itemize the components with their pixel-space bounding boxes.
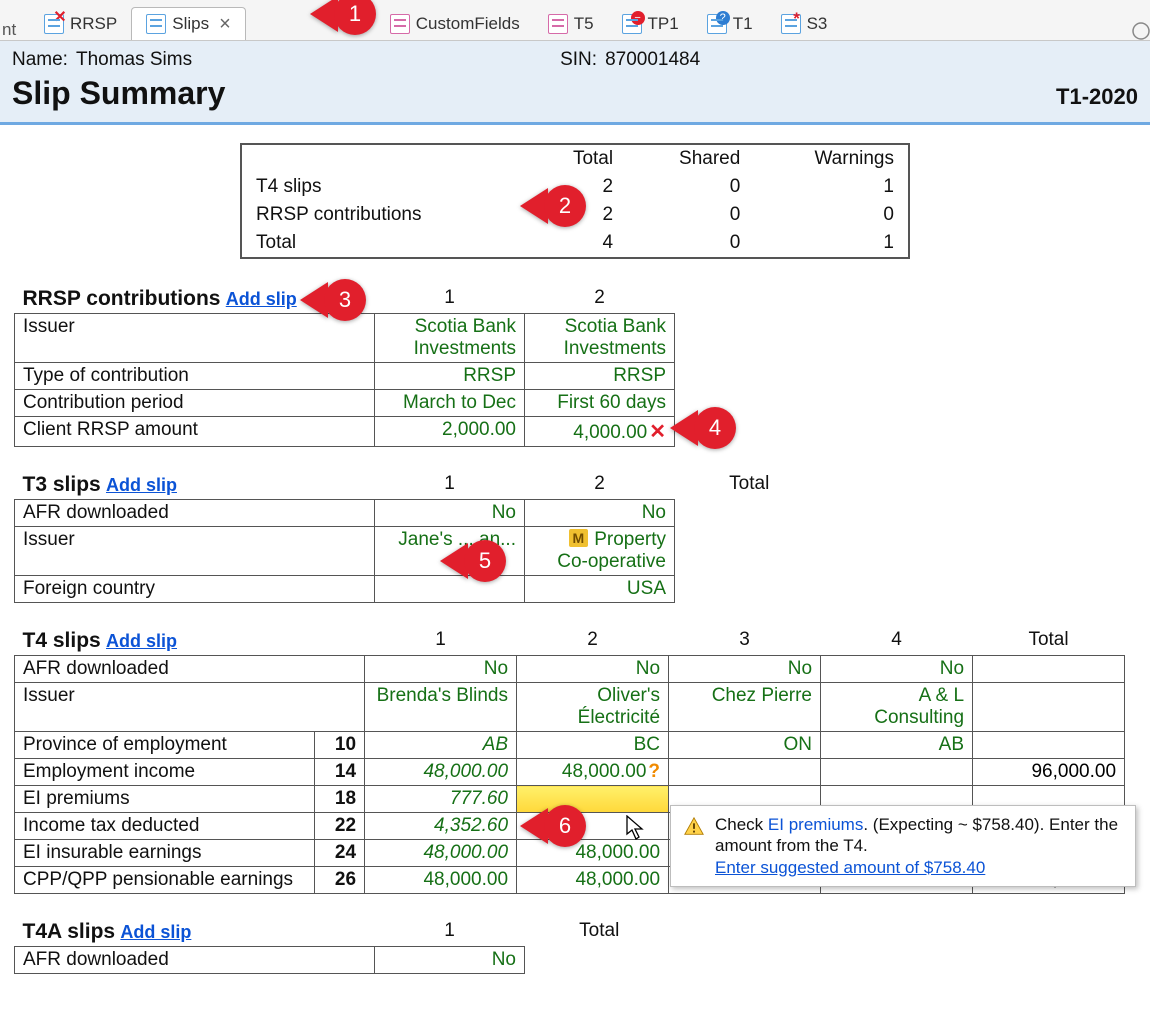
summary-table: Total Shared Warnings T4 slips 2 0 1 RRS… (240, 143, 910, 259)
t4a-table: T4A slips Add slip 1 Total AFR downloade… (14, 918, 675, 974)
section-rrsp: RRSP contributions Add slip 1 2 Issuer S… (14, 285, 1136, 447)
tab-label: CustomFields (416, 14, 520, 34)
section-t4a: T4A slips Add slip 1 Total AFR downloade… (14, 918, 1136, 974)
table-row: Contribution period March to Dec First 6… (15, 390, 675, 417)
summary-row: RRSP contributions 2 0 0 (241, 201, 909, 229)
add-slip-link[interactable]: Add slip (120, 922, 191, 942)
table-row: Issuer Brenda's Blinds Oliver's Électric… (15, 683, 1125, 732)
tab-s3[interactable]: * S3 (767, 8, 842, 40)
content-area: Total Shared Warnings T4 slips 2 0 1 RRS… (0, 125, 1150, 1014)
table-row: Province of employment 10 AB BC ON AB (15, 732, 1125, 759)
form-icon: ✕ (44, 14, 64, 34)
t3-table: T3 slips Add slip 1 2 Total AFR download… (14, 471, 825, 603)
name-label: Name: (12, 49, 68, 71)
page-title: Slip Summary (12, 75, 225, 112)
tab-label: S3 (807, 14, 828, 34)
tab-slips[interactable]: Slips × (131, 7, 246, 40)
client-header: Name: Thomas Sims SIN: 870001484 Slip Su… (0, 41, 1150, 125)
x-badge-icon: ✕ (53, 11, 67, 25)
rrsp-table: RRSP contributions Add slip 1 2 Issuer S… (14, 285, 675, 447)
tab-t5[interactable]: T5 (534, 8, 608, 40)
tab-t1[interactable]: ? T1 (693, 8, 767, 40)
table-row: AFR downloaded No No (15, 500, 825, 527)
table-row: Type of contribution RRSP RRSP (15, 363, 675, 390)
tab-label: Slips (172, 14, 209, 34)
table-row: Issuer Jane's ... an... MProperty Co-ope… (15, 527, 825, 576)
tooltip-keyword: EI premiums (768, 815, 863, 834)
doc-year: T1-2020 (1056, 84, 1138, 110)
section-t3: T3 slips Add slip 1 2 Total AFR download… (14, 471, 1136, 603)
tab-label: T5 (574, 14, 594, 34)
table-row: Foreign country USA (15, 576, 825, 603)
form-icon (390, 14, 410, 34)
client-name: Thomas Sims (76, 49, 192, 71)
section-title: T4A slips (23, 920, 116, 943)
add-slip-link[interactable]: Add slip (106, 631, 177, 651)
warning-icon (683, 816, 705, 838)
table-row: Client RRSP amount 2,000.00 4,000.00✕ (15, 417, 675, 447)
section-title: T3 slips (23, 473, 101, 496)
tab-label: T1 (733, 14, 753, 34)
memo-chip-icon: M (569, 529, 589, 547)
form-icon: * (781, 14, 801, 34)
x-icon: ✕ (649, 421, 666, 443)
summary-col-shared: Shared (627, 144, 754, 173)
form-icon: ? (707, 14, 727, 34)
sin-label: SIN: (560, 49, 597, 71)
section-title: T4 slips (23, 629, 101, 652)
tab-rrsp[interactable]: ✕ RRSP (30, 8, 131, 40)
tab-customfields[interactable]: CustomFields (376, 8, 534, 40)
tab-left-trunc: nt (0, 20, 30, 40)
minus-badge-icon: − (631, 11, 645, 25)
close-icon[interactable]: × (219, 14, 231, 34)
section-title: RRSP contributions (23, 287, 221, 310)
summary-col-warnings: Warnings (754, 144, 909, 173)
tab-overflow-icon[interactable] (1128, 22, 1150, 40)
table-row: AFR downloaded No No No No (15, 656, 1125, 683)
summary-row: Total 4 0 1 (241, 229, 909, 258)
table-row: AFR downloaded No (15, 947, 675, 974)
table-row: Employment income 14 48,000.00 48,000.00… (15, 759, 1125, 786)
client-sin: 870001484 (605, 49, 700, 71)
summary-col-total: Total (530, 144, 627, 173)
tab-label: TP1 (648, 14, 679, 34)
tooltip-suggest-link[interactable]: Enter suggested amount of $758.40 (715, 858, 985, 877)
add-slip-link[interactable]: Add slip (226, 289, 297, 309)
form-icon (548, 14, 568, 34)
tab-tp1[interactable]: − TP1 (608, 8, 693, 40)
tab-label: RRSP (70, 14, 117, 34)
add-slip-link[interactable]: Add slip (106, 475, 177, 495)
warning-tooltip: Check EI premiums. (Expecting ~ $758.40)… (670, 805, 1136, 887)
tab-strip: nt ✕ RRSP Slips × CustomFields T5 − TP1 … (0, 0, 1150, 41)
summary-row: T4 slips 2 0 1 (241, 173, 909, 201)
table-row: Issuer Scotia Bank Investments Scotia Ba… (15, 314, 675, 363)
highlighted-cell[interactable] (517, 786, 669, 813)
summary-blank-hdr (241, 144, 530, 173)
question-icon: ? (648, 761, 660, 782)
question-badge-icon: ? (716, 11, 730, 25)
form-icon: − (622, 14, 642, 34)
star-badge-icon: * (790, 11, 804, 25)
form-icon (146, 14, 166, 34)
